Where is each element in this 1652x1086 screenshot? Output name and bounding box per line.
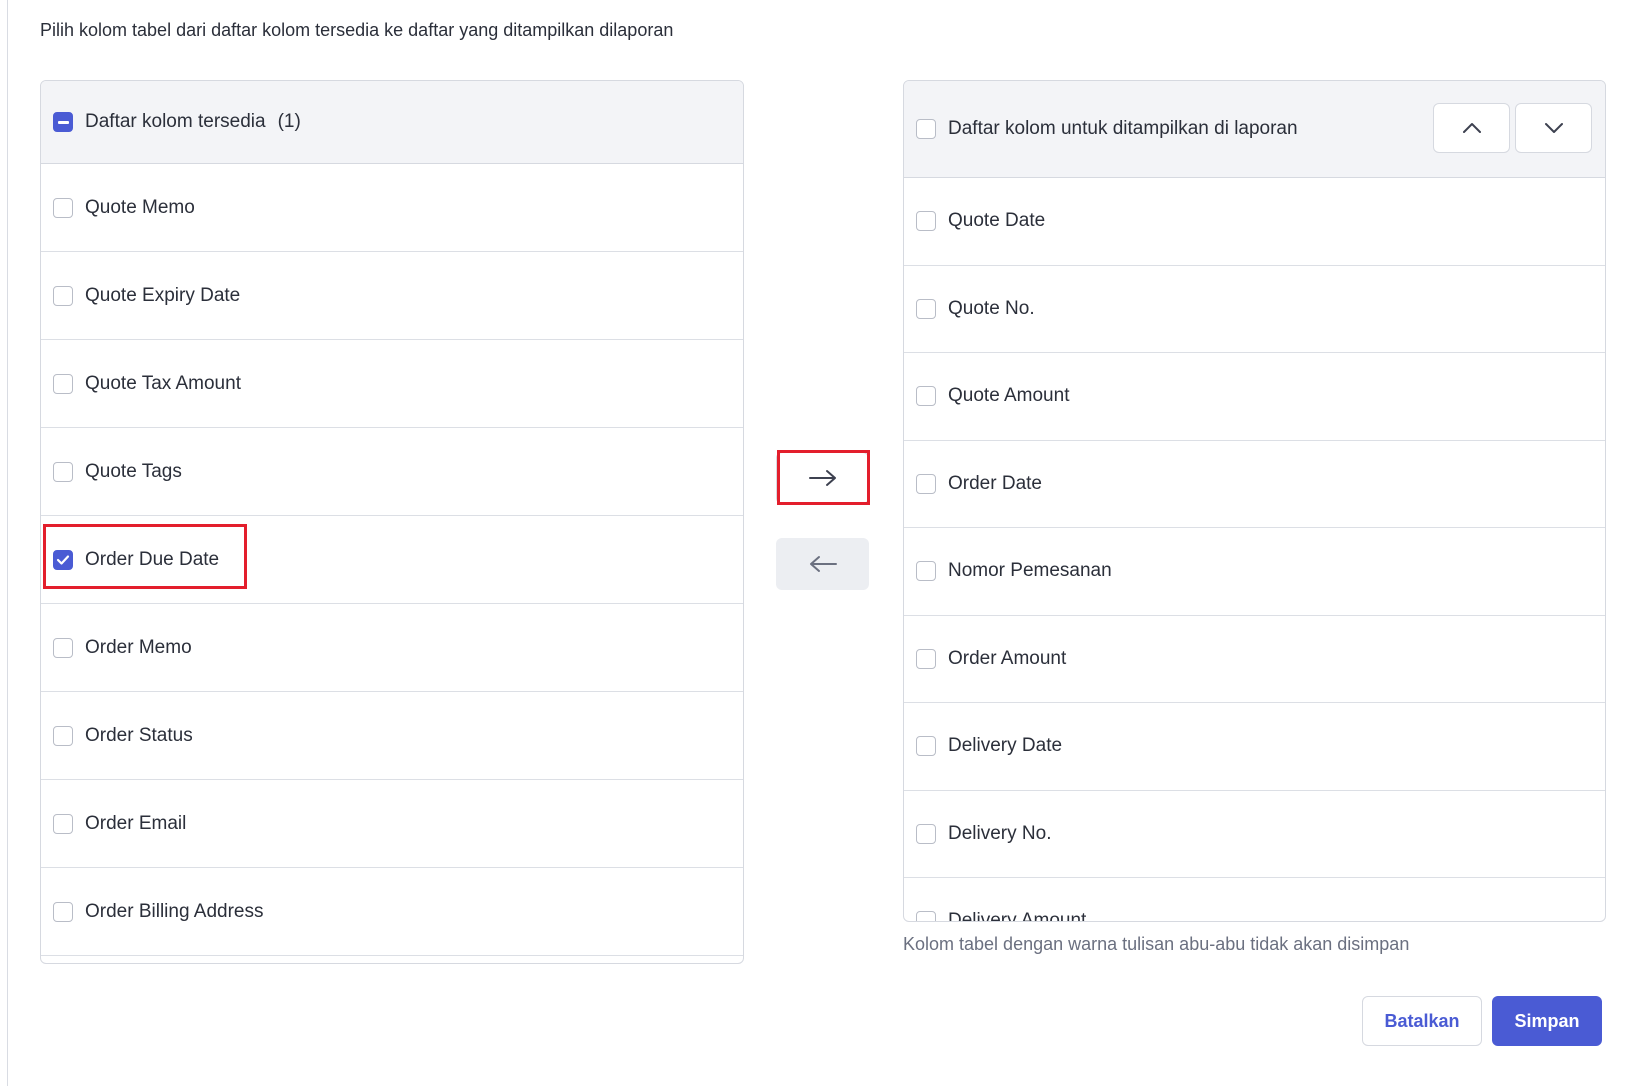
report-column-row[interactable]: Nomor Pemesanan [904, 528, 1605, 616]
row-label: Quote Amount [948, 385, 1070, 407]
report-column-row[interactable]: Quote Amount [904, 353, 1605, 441]
page-left-border [7, 0, 8, 1086]
instruction-text: Pilih kolom tabel dari daftar kolom ters… [40, 20, 674, 40]
available-columns-title: Daftar kolom tersedia [85, 111, 266, 132]
row-label: Order Due Date [85, 548, 220, 570]
row-checkbox[interactable] [53, 901, 73, 922]
move-down-button[interactable] [1515, 103, 1592, 153]
row-checkbox[interactable] [53, 637, 73, 658]
row-checkbox[interactable] [916, 648, 936, 669]
row-checkbox[interactable] [53, 725, 73, 746]
report-column-row[interactable]: Delivery Amount [904, 878, 1605, 922]
row-checkbox[interactable] [53, 549, 73, 570]
row-label: Order Date [948, 472, 1042, 494]
report-column-row[interactable]: Order Amount [904, 616, 1605, 703]
available-column-row[interactable]: Quote Memo [41, 164, 743, 252]
report-columns-panel: Daftar kolom untuk ditampilkan di lapora… [903, 80, 1606, 922]
select-all-available-checkbox[interactable] [53, 112, 73, 132]
row-label: Delivery No. [948, 822, 1052, 844]
report-columns-title: Daftar kolom untuk ditampilkan di lapora… [948, 118, 1298, 139]
report-columns-header: Daftar kolom untuk ditampilkan di lapora… [904, 81, 1605, 178]
row-label: Quote No. [948, 297, 1035, 319]
available-columns-list: Quote Memo Quote Expiry Date Quote Tax Amo… [41, 164, 743, 956]
select-all-report-checkbox[interactable] [916, 119, 936, 139]
row-checkbox[interactable] [916, 298, 936, 319]
row-label: Order Billing Address [85, 900, 264, 922]
report-columns-list: Quote Date Quote No. Quote Amount Order Dat… [904, 178, 1605, 922]
move-up-button[interactable] [1433, 103, 1510, 153]
row-label: Order Email [85, 812, 187, 834]
row-label: Delivery Date [948, 735, 1063, 757]
cancel-button[interactable]: Batalkan [1362, 996, 1482, 1046]
report-column-row[interactable]: Delivery Date [904, 703, 1605, 791]
row-checkbox[interactable] [916, 211, 936, 232]
row-label: Order Amount [948, 647, 1067, 669]
row-checkbox[interactable] [53, 461, 73, 482]
chevron-down-icon [1544, 123, 1563, 133]
available-column-row[interactable]: Order Billing Address [41, 868, 743, 956]
row-checkbox[interactable] [916, 561, 936, 582]
row-checkbox[interactable] [53, 285, 73, 306]
row-label: Nomor Pemesanan [948, 560, 1112, 582]
available-column-row[interactable]: Quote Expiry Date [41, 252, 743, 340]
arrow-right-icon [808, 470, 836, 486]
row-label: Order Memo [85, 636, 192, 658]
save-button[interactable]: Simpan [1492, 996, 1602, 1046]
row-checkbox[interactable] [916, 736, 936, 757]
row-checkbox[interactable] [53, 813, 73, 834]
row-label: Quote Tax Amount [85, 372, 241, 394]
available-column-row[interactable]: Order Status [41, 692, 743, 780]
checkmark-icon [56, 554, 70, 565]
row-label: Quote Date [948, 210, 1046, 232]
unsaved-columns-note: Kolom tabel dengan warna tulisan abu-abu… [903, 934, 1410, 954]
chevron-up-icon [1462, 123, 1481, 133]
move-left-button[interactable] [776, 538, 869, 590]
available-column-row[interactable]: Quote Tags [41, 428, 743, 516]
row-label: Delivery Amount [948, 910, 1087, 922]
available-column-row[interactable]: Order Memo [41, 604, 743, 692]
available-column-row[interactable]: Quote Tax Amount [41, 340, 743, 428]
move-right-button[interactable] [776, 452, 869, 504]
row-label: Quote Tags [85, 460, 182, 482]
row-checkbox[interactable] [53, 197, 73, 218]
available-column-row[interactable]: Order Email [41, 780, 743, 868]
available-columns-header: Daftar kolom tersedia (1) [41, 81, 743, 164]
row-checkbox[interactable] [916, 823, 936, 844]
row-checkbox[interactable] [916, 386, 936, 407]
row-checkbox[interactable] [916, 473, 936, 494]
row-label: Quote Expiry Date [85, 284, 241, 306]
available-selected-count: (1) [277, 111, 301, 132]
report-column-row[interactable]: Delivery No. [904, 791, 1605, 878]
row-checkbox[interactable] [916, 911, 936, 921]
arrow-left-icon [809, 556, 837, 572]
report-column-row[interactable]: Order Date [904, 441, 1605, 528]
row-checkbox[interactable] [53, 373, 73, 394]
row-label: Quote Memo [85, 196, 195, 218]
available-column-row[interactable]: Order Due Date [41, 516, 743, 604]
row-label: Order Status [85, 724, 193, 746]
report-column-row[interactable]: Quote No. [904, 266, 1605, 353]
report-column-row[interactable]: Quote Date [904, 178, 1605, 266]
available-columns-panel: Daftar kolom tersedia (1) Quote Memo Quot… [40, 80, 744, 964]
